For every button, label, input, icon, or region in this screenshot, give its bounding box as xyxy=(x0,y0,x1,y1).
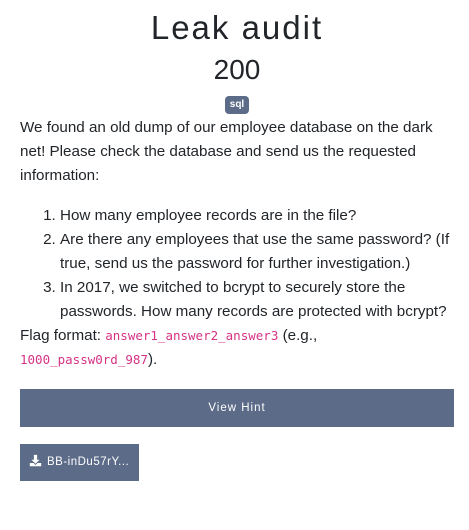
challenge-description: We found an old dump of our employee dat… xyxy=(20,116,454,372)
download-file-button[interactable]: BB-inDu57rY... xyxy=(20,444,140,481)
category-tag: sql xyxy=(224,96,250,114)
flag-example-suffix: ). xyxy=(147,351,158,368)
view-hint-button[interactable]: View Hint xyxy=(20,389,454,427)
challenge-points: 200 xyxy=(213,54,261,85)
flag-format-label: Flag format: xyxy=(20,327,106,344)
question-item: How many employee records are in the fil… xyxy=(60,204,454,228)
download-icon xyxy=(29,454,42,467)
flag-example-prefix: (e.g., xyxy=(278,327,318,344)
challenge-panel: Leak audit 200 sql We found an old dump … xyxy=(20,0,454,481)
flag-format-code: answer1_answer2_answer3 xyxy=(105,328,279,343)
question-list: How many employee records are in the fil… xyxy=(20,204,454,324)
tag-list: sql xyxy=(20,94,454,114)
download-file-label: BB-inDu57rY... xyxy=(47,456,130,468)
question-item: Are there any employees that use the sam… xyxy=(60,228,454,276)
challenge-title: Leak audit xyxy=(150,9,324,46)
flag-example-code: 1000_passw0rd_987 xyxy=(20,352,148,367)
question-item: In 2017, we switched to bcrypt to secure… xyxy=(60,276,454,324)
intro-text: We found an old dump of our employee dat… xyxy=(20,119,433,184)
flag-format-text: Flag format: answer1_answer2_answer3 (e.… xyxy=(20,324,454,372)
